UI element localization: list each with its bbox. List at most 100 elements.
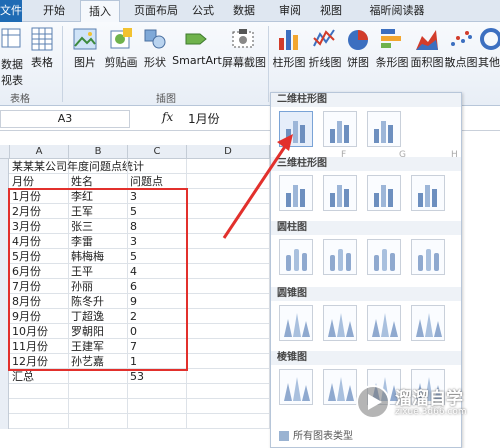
bar-chart-button[interactable]: 条形图	[374, 26, 410, 70]
screenshot-button[interactable]: 屏幕截图	[222, 26, 266, 70]
sheet-cell[interactable]	[187, 159, 270, 174]
row-header[interactable]	[0, 174, 9, 189]
pie-chart-icon	[345, 26, 371, 52]
tab-page-layout[interactable]: 页面布局	[126, 0, 186, 22]
sheet-cell[interactable]: 53	[128, 369, 187, 384]
row-header[interactable]	[0, 414, 9, 429]
all-chart-types-link[interactable]: 所有图表类型	[279, 427, 353, 442]
sheet-cell[interactable]: 姓名	[69, 174, 128, 189]
formula-input[interactable]: 1月份	[188, 110, 220, 128]
sheet-cell[interactable]: 汇总	[10, 369, 69, 384]
sheet-cell[interactable]	[187, 324, 270, 339]
group-label-illustrations: 插图	[156, 94, 176, 105]
chart-thumb-2d-column[interactable]	[323, 111, 357, 147]
sheet-cell[interactable]	[69, 369, 128, 384]
sheet-cell[interactable]	[187, 384, 270, 399]
pivot-table-button[interactable]: 数据 视表	[0, 26, 24, 88]
sheet-cell[interactable]	[10, 384, 69, 399]
column-header-b[interactable]: B	[69, 145, 128, 159]
sheet-cell[interactable]	[128, 384, 187, 399]
chart-thumb-2d-column[interactable]	[367, 111, 401, 147]
chart-thumb-3d-column[interactable]	[367, 175, 401, 211]
name-box[interactable]: A3	[0, 110, 130, 128]
sheet-cell[interactable]	[187, 174, 270, 189]
chart-thumb-cone[interactable]	[367, 305, 401, 341]
sheet-cell[interactable]	[69, 384, 128, 399]
row-header[interactable]	[0, 399, 9, 414]
tab-view[interactable]: 视图	[314, 0, 348, 22]
column-header-d[interactable]: D	[187, 145, 270, 159]
sheet-cell[interactable]	[69, 414, 128, 429]
tab-home[interactable]: 开始	[36, 0, 72, 22]
column-header-c[interactable]: C	[128, 145, 187, 159]
picture-button[interactable]: 图片	[70, 26, 100, 70]
chart-thumb-icon	[286, 249, 307, 271]
pie-chart-button[interactable]: 饼图	[344, 26, 372, 70]
sheet-cell[interactable]: 月份	[10, 174, 69, 189]
sheet-cell[interactable]	[187, 399, 270, 414]
sheet-cell[interactable]	[187, 294, 270, 309]
sheet-cell[interactable]	[187, 414, 270, 429]
sheet-cell[interactable]	[128, 414, 187, 429]
area-chart-button[interactable]: 面积图	[410, 26, 444, 70]
chart-thumb-cylinder[interactable]	[279, 239, 313, 275]
sheet-cell[interactable]	[69, 399, 128, 414]
chart-thumb-pyramid[interactable]	[279, 369, 313, 405]
sheet-cell[interactable]	[10, 414, 69, 429]
sheet-cell[interactable]	[187, 249, 270, 264]
column-header-a[interactable]: A	[10, 145, 69, 159]
sheet-cell[interactable]	[69, 159, 128, 174]
sheet-cell[interactable]: 问题点	[128, 174, 187, 189]
fx-icon[interactable]: fx	[162, 110, 173, 124]
other-charts-button[interactable]: 其他	[478, 26, 500, 70]
chart-thumb-pyramid[interactable]	[323, 369, 357, 405]
bar-chart-label: 条形图	[375, 56, 409, 69]
row-header[interactable]	[0, 159, 9, 174]
chart-thumb-cone[interactable]	[411, 305, 445, 341]
sheet-cell[interactable]	[187, 204, 270, 219]
sheet-cell[interactable]	[187, 234, 270, 249]
sheet-cell[interactable]	[187, 264, 270, 279]
clipart-button[interactable]: 剪贴画	[104, 26, 138, 70]
sheet-cell[interactable]	[187, 309, 270, 324]
sheet-cell[interactable]	[187, 219, 270, 234]
tab-data[interactable]: 数据	[226, 0, 262, 22]
sheet-cell[interactable]	[187, 354, 270, 369]
table-button[interactable]: 表格	[28, 26, 56, 70]
tab-file[interactable]: 文件	[0, 0, 22, 22]
tab-formulas[interactable]: 公式	[186, 0, 220, 22]
tab-insert[interactable]: 插入	[80, 0, 120, 23]
sheet-cell[interactable]	[128, 159, 187, 174]
row-header[interactable]	[0, 369, 9, 384]
line-chart-button[interactable]: 折线图	[308, 26, 342, 70]
chart-thumb-cylinder[interactable]	[323, 239, 357, 275]
chart-thumb-2d-column[interactable]	[279, 111, 313, 147]
column-chart-button[interactable]: 柱形图	[272, 26, 306, 70]
sheet-cell[interactable]	[187, 189, 270, 204]
row-header[interactable]	[0, 384, 9, 399]
shapes-button[interactable]: 形状	[142, 26, 168, 70]
table-row	[0, 414, 270, 429]
section-cone: 圆锥图	[271, 287, 461, 301]
tab-foxit-reader[interactable]: 福昕阅读器	[360, 0, 434, 22]
smartart-button[interactable]: SmartArt	[172, 26, 222, 67]
sheet-cell[interactable]	[10, 399, 69, 414]
section-2d-column: 二维柱形图	[271, 93, 461, 107]
sheet-cell[interactable]	[187, 279, 270, 294]
scatter-chart-button[interactable]: 散点图	[444, 26, 478, 70]
chart-thumb-3d-column[interactable]	[323, 175, 357, 211]
sheet-cell[interactable]	[187, 339, 270, 354]
chart-thumb-3d-column[interactable]	[411, 175, 445, 211]
table-row: 汇总 53	[0, 369, 270, 384]
chart-thumb-cone[interactable]	[279, 305, 313, 341]
group-separator	[268, 26, 269, 102]
chart-thumb-cylinder[interactable]	[367, 239, 401, 275]
chart-thumb-3d-column[interactable]	[279, 175, 313, 211]
corner-select-all[interactable]	[0, 145, 10, 159]
sheet-cell[interactable]	[128, 399, 187, 414]
tab-review[interactable]: 审阅	[272, 0, 308, 22]
sheet-cell[interactable]: 某某某公司年度问题点统计	[10, 159, 144, 174]
sheet-cell[interactable]	[187, 369, 270, 384]
chart-thumb-cylinder[interactable]	[411, 239, 445, 275]
chart-thumb-cone[interactable]	[323, 305, 357, 341]
